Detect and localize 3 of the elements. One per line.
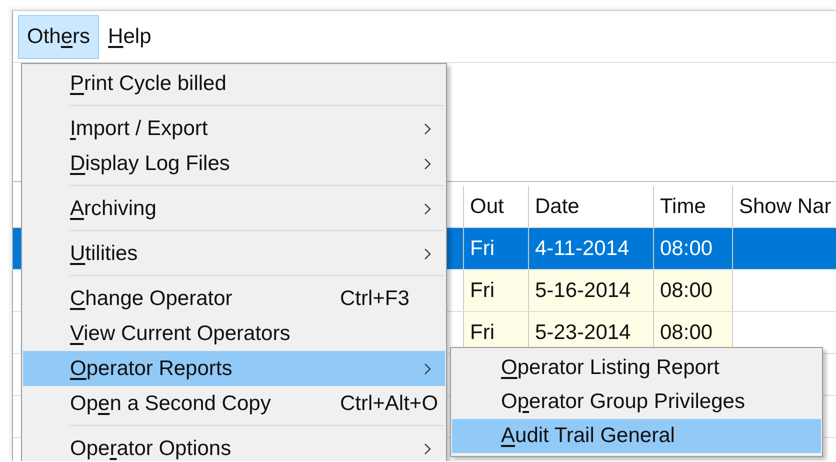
table-cell: 5-16-2014: [529, 270, 654, 311]
table-cell: 08:00: [654, 270, 733, 311]
table-cell: Fri: [464, 270, 529, 311]
